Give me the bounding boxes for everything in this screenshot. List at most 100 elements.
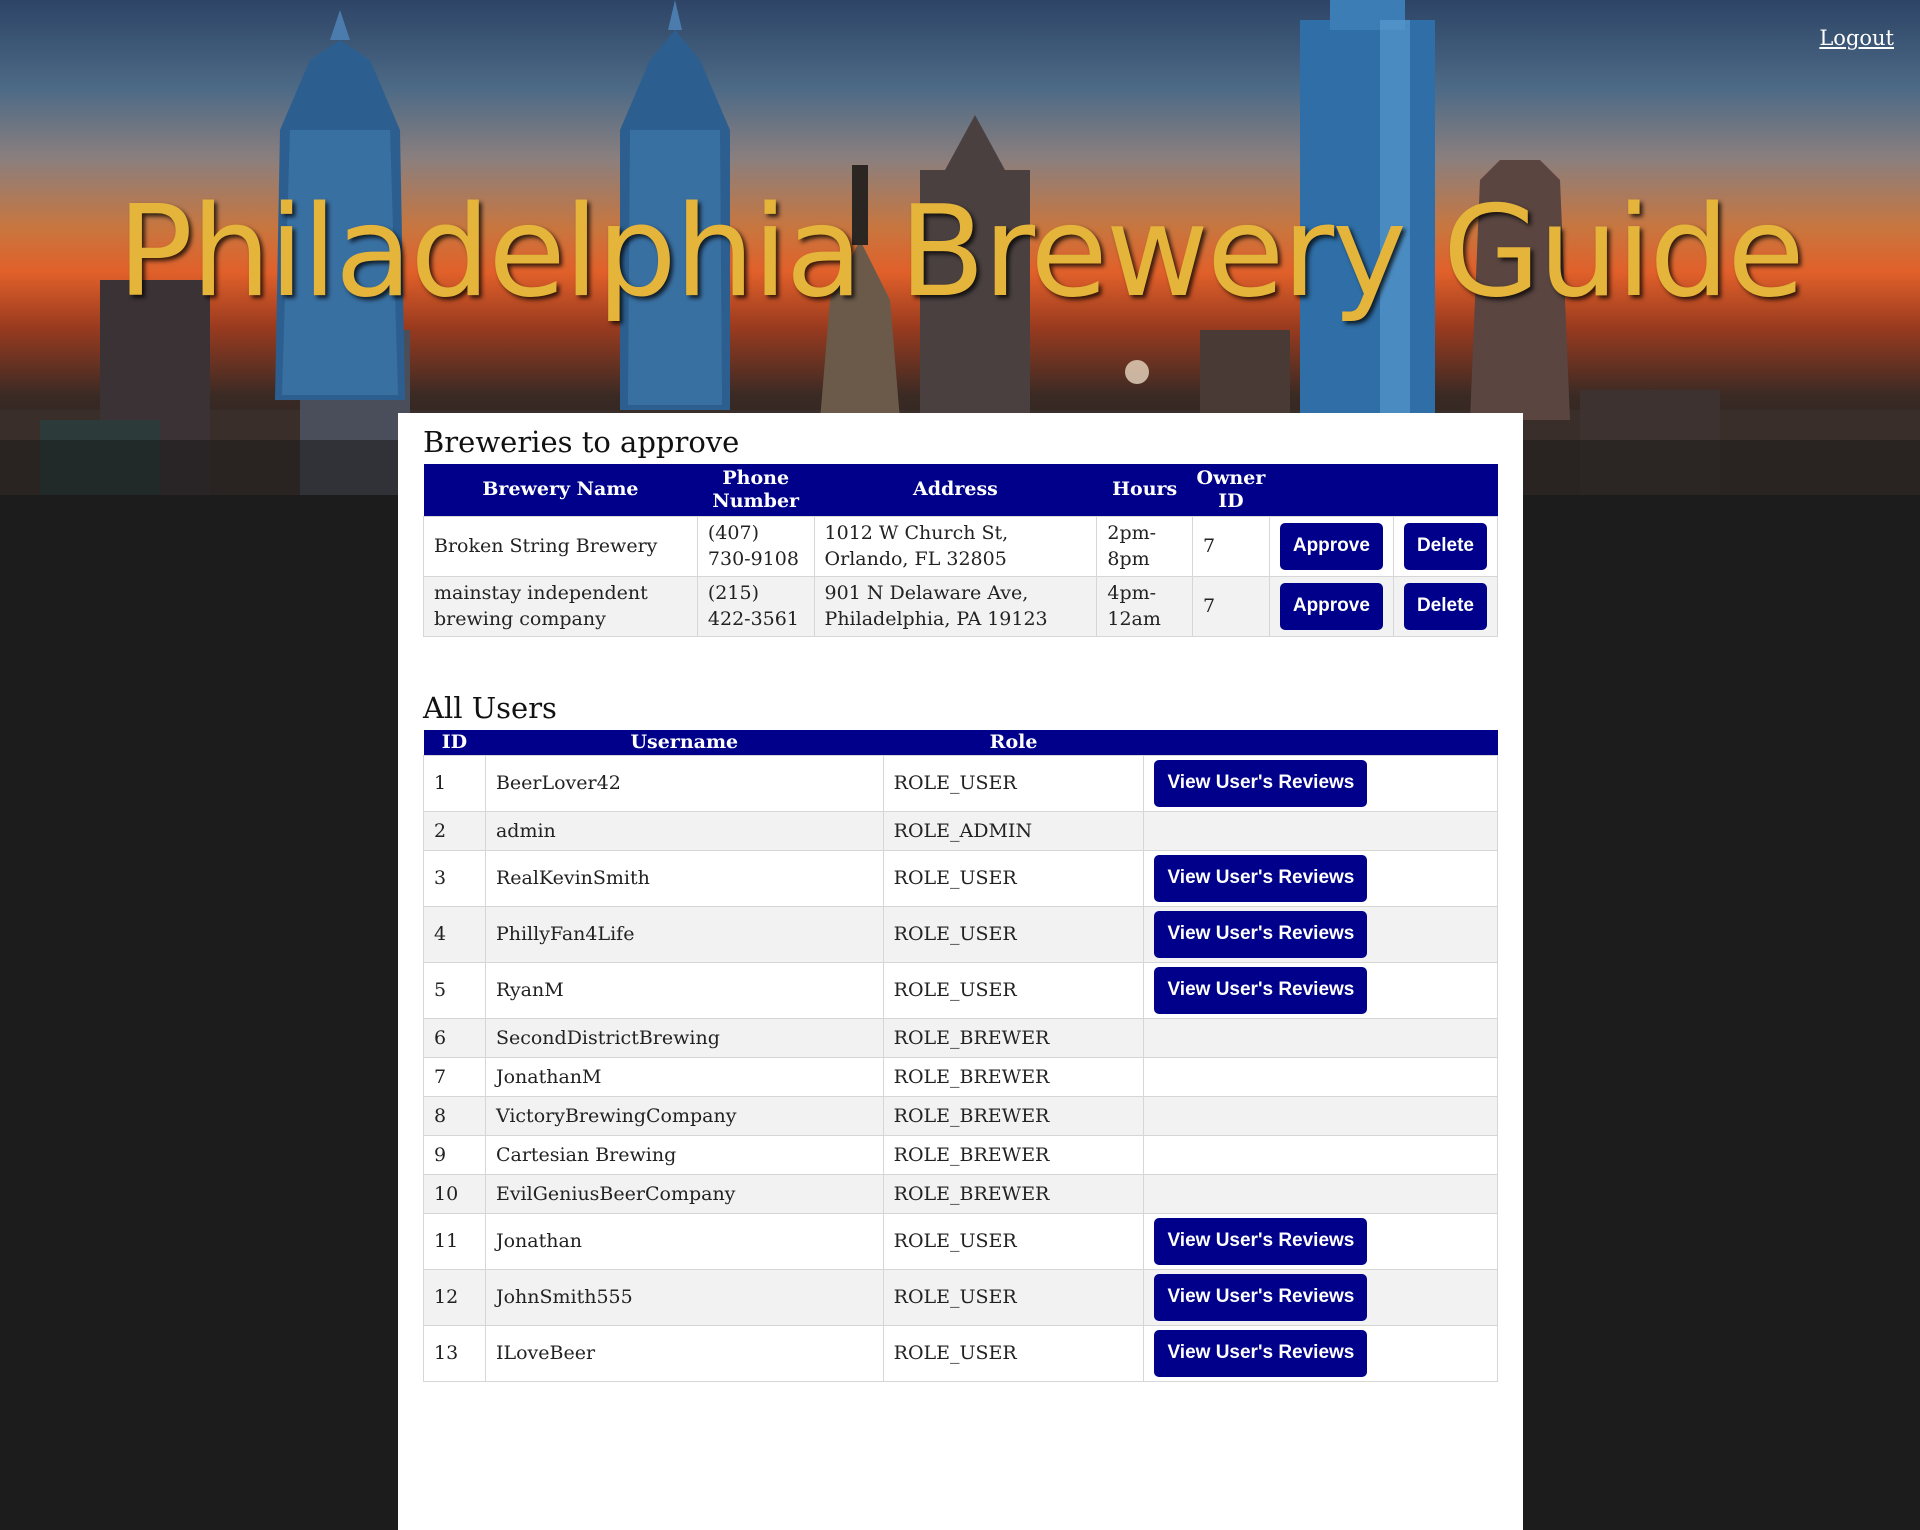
breweries-header-row: Brewery Name Phone Number Address Hours … xyxy=(423,464,1498,516)
user-actions-cell xyxy=(1143,810,1498,851)
user-role-cell: ROLE_ADMIN xyxy=(882,810,1145,851)
user-actions-cell xyxy=(1143,1017,1498,1058)
approve-cell: Approve xyxy=(1268,575,1394,637)
user-actions-cell xyxy=(1143,1134,1498,1175)
site-title: Philadelphia Brewery Guide xyxy=(117,178,1805,325)
brewery-owner-id-cell: 7 xyxy=(1192,515,1270,577)
user-role-cell: ROLE_BREWER xyxy=(882,1173,1145,1214)
user-username-cell: Cartesian Brewing xyxy=(484,1134,884,1175)
user-username-cell: SecondDistrictBrewing xyxy=(484,1017,884,1058)
user-id-cell: 1 xyxy=(423,754,486,812)
user-role-cell: ROLE_USER xyxy=(882,961,1145,1019)
users-table: ID Username Role 1 BeerLover42 ROLE_USER Vi… xyxy=(423,730,1498,1382)
approve-button[interactable]: Approve xyxy=(1279,582,1383,630)
user-id-cell: 8 xyxy=(423,1095,486,1136)
user-username-cell: ILoveBeer xyxy=(484,1324,884,1382)
user-actions-cell xyxy=(1143,1095,1498,1136)
user-actions-cell: View User's Reviews xyxy=(1143,754,1498,812)
users-header-row: ID Username Role xyxy=(423,730,1498,755)
brewery-owner-id-cell: 7 xyxy=(1192,575,1270,637)
user-actions-cell: View User's Reviews xyxy=(1143,1212,1498,1270)
approve-cell: Approve xyxy=(1268,515,1394,577)
view-user-reviews-button[interactable]: View User's Reviews xyxy=(1154,1217,1368,1265)
user-id-cell: 3 xyxy=(423,849,486,907)
user-id-cell: 10 xyxy=(423,1173,486,1214)
user-role-cell: ROLE_USER xyxy=(882,1268,1145,1326)
column-address: Address xyxy=(814,464,1097,516)
column-phone-number: Phone Number xyxy=(697,464,815,516)
user-row: 5 RyanM ROLE_USER View User's Reviews xyxy=(423,961,1498,1019)
brewery-hours-cell: 4pm-12am xyxy=(1096,575,1194,637)
user-row: 3 RealKevinSmith ROLE_USER View User's Revi… xyxy=(423,849,1498,907)
user-role-cell: ROLE_BREWER xyxy=(882,1017,1145,1058)
user-role-cell: ROLE_BREWER xyxy=(882,1134,1145,1175)
view-user-reviews-button[interactable]: View User's Reviews xyxy=(1154,759,1368,807)
logout-link[interactable]: Logout xyxy=(1819,26,1894,50)
user-row: 12 JohnSmith555 ROLE_USER View User's Revie… xyxy=(423,1268,1498,1326)
column-role: Role xyxy=(883,730,1144,755)
user-username-cell: JohnSmith555 xyxy=(484,1268,884,1326)
user-id-cell: 2 xyxy=(423,810,486,851)
user-id-cell: 13 xyxy=(423,1324,486,1382)
brewery-address-cell: 901 N Delaware Ave, Philadelphia, PA 191… xyxy=(813,575,1098,637)
user-username-cell: RealKevinSmith xyxy=(484,849,884,907)
column-actions-empty xyxy=(1143,730,1498,755)
user-role-cell: ROLE_USER xyxy=(882,754,1145,812)
user-username-cell: EvilGeniusBeerCompany xyxy=(484,1173,884,1214)
column-username: Username xyxy=(485,730,884,755)
column-id: ID xyxy=(423,730,486,755)
user-actions-cell: View User's Reviews xyxy=(1143,961,1498,1019)
brewery-address-cell: 1012 W Church St, Orlando, FL 32805 xyxy=(813,515,1098,577)
brewery-name-cell: Broken String Brewery xyxy=(423,515,698,577)
user-row: 8 VictoryBrewingCompany ROLE_BREWER xyxy=(423,1095,1498,1136)
user-role-cell: ROLE_USER xyxy=(882,905,1145,963)
user-actions-cell: View User's Reviews xyxy=(1143,1324,1498,1382)
approve-button[interactable]: Approve xyxy=(1279,522,1383,570)
user-id-cell: 4 xyxy=(423,905,486,963)
user-username-cell: BeerLover42 xyxy=(484,754,884,812)
user-id-cell: 12 xyxy=(423,1268,486,1326)
column-delete-empty xyxy=(1393,464,1498,516)
delete-cell: Delete xyxy=(1392,515,1499,577)
user-actions-cell: View User's Reviews xyxy=(1143,849,1498,907)
view-user-reviews-button[interactable]: View User's Reviews xyxy=(1154,910,1368,958)
user-role-cell: ROLE_USER xyxy=(882,849,1145,907)
user-id-cell: 5 xyxy=(423,961,486,1019)
view-user-reviews-button[interactable]: View User's Reviews xyxy=(1154,854,1368,902)
user-username-cell: JonathanM xyxy=(484,1056,884,1097)
column-owner-id: Owner ID xyxy=(1192,464,1270,516)
user-role-cell: ROLE_BREWER xyxy=(882,1095,1145,1136)
user-id-cell: 7 xyxy=(423,1056,486,1097)
user-username-cell: PhillyFan4Life xyxy=(484,905,884,963)
user-username-cell: RyanM xyxy=(484,961,884,1019)
breweries-heading: Breweries to approve xyxy=(423,425,740,459)
user-row: 4 PhillyFan4Life ROLE_USER View User's Revi… xyxy=(423,905,1498,963)
user-row: 2 admin ROLE_ADMIN xyxy=(423,810,1498,851)
view-user-reviews-button[interactable]: View User's Reviews xyxy=(1154,1273,1368,1321)
user-row: 13 ILoveBeer ROLE_USER View User's Reviews xyxy=(423,1324,1498,1382)
user-actions-cell: View User's Reviews xyxy=(1143,905,1498,963)
user-username-cell: VictoryBrewingCompany xyxy=(484,1095,884,1136)
user-id-cell: 11 xyxy=(423,1212,486,1270)
brewery-name-cell: mainstay independent brewing company xyxy=(423,575,698,637)
user-id-cell: 6 xyxy=(423,1017,486,1058)
user-row: 9 Cartesian Brewing ROLE_BREWER xyxy=(423,1134,1498,1175)
view-user-reviews-button[interactable]: View User's Reviews xyxy=(1154,1329,1368,1377)
brewery-hours-cell: 2pm-8pm xyxy=(1096,515,1194,577)
brewery-row: Broken String Brewery (407) 730-9108 1012 … xyxy=(423,515,1499,577)
user-actions-cell xyxy=(1143,1173,1498,1214)
user-row: 6 SecondDistrictBrewing ROLE_BREWER xyxy=(423,1017,1498,1058)
user-row: 1 BeerLover42 ROLE_USER View User's Reviews xyxy=(423,754,1498,812)
user-username-cell: Jonathan xyxy=(484,1212,884,1270)
user-role-cell: ROLE_BREWER xyxy=(882,1056,1145,1097)
delete-button[interactable]: Delete xyxy=(1403,582,1487,630)
user-actions-cell xyxy=(1143,1056,1498,1097)
user-role-cell: ROLE_USER xyxy=(882,1324,1145,1382)
view-user-reviews-button[interactable]: View User's Reviews xyxy=(1154,966,1368,1014)
delete-button[interactable]: Delete xyxy=(1403,522,1487,570)
column-brewery-name: Brewery Name xyxy=(423,464,698,516)
main-panel: Breweries to approve Brewery Name Phone … xyxy=(398,413,1523,1530)
users-heading: All Users xyxy=(423,691,557,725)
user-row: 7 JonathanM ROLE_BREWER xyxy=(423,1056,1498,1097)
user-username-cell: admin xyxy=(484,810,884,851)
